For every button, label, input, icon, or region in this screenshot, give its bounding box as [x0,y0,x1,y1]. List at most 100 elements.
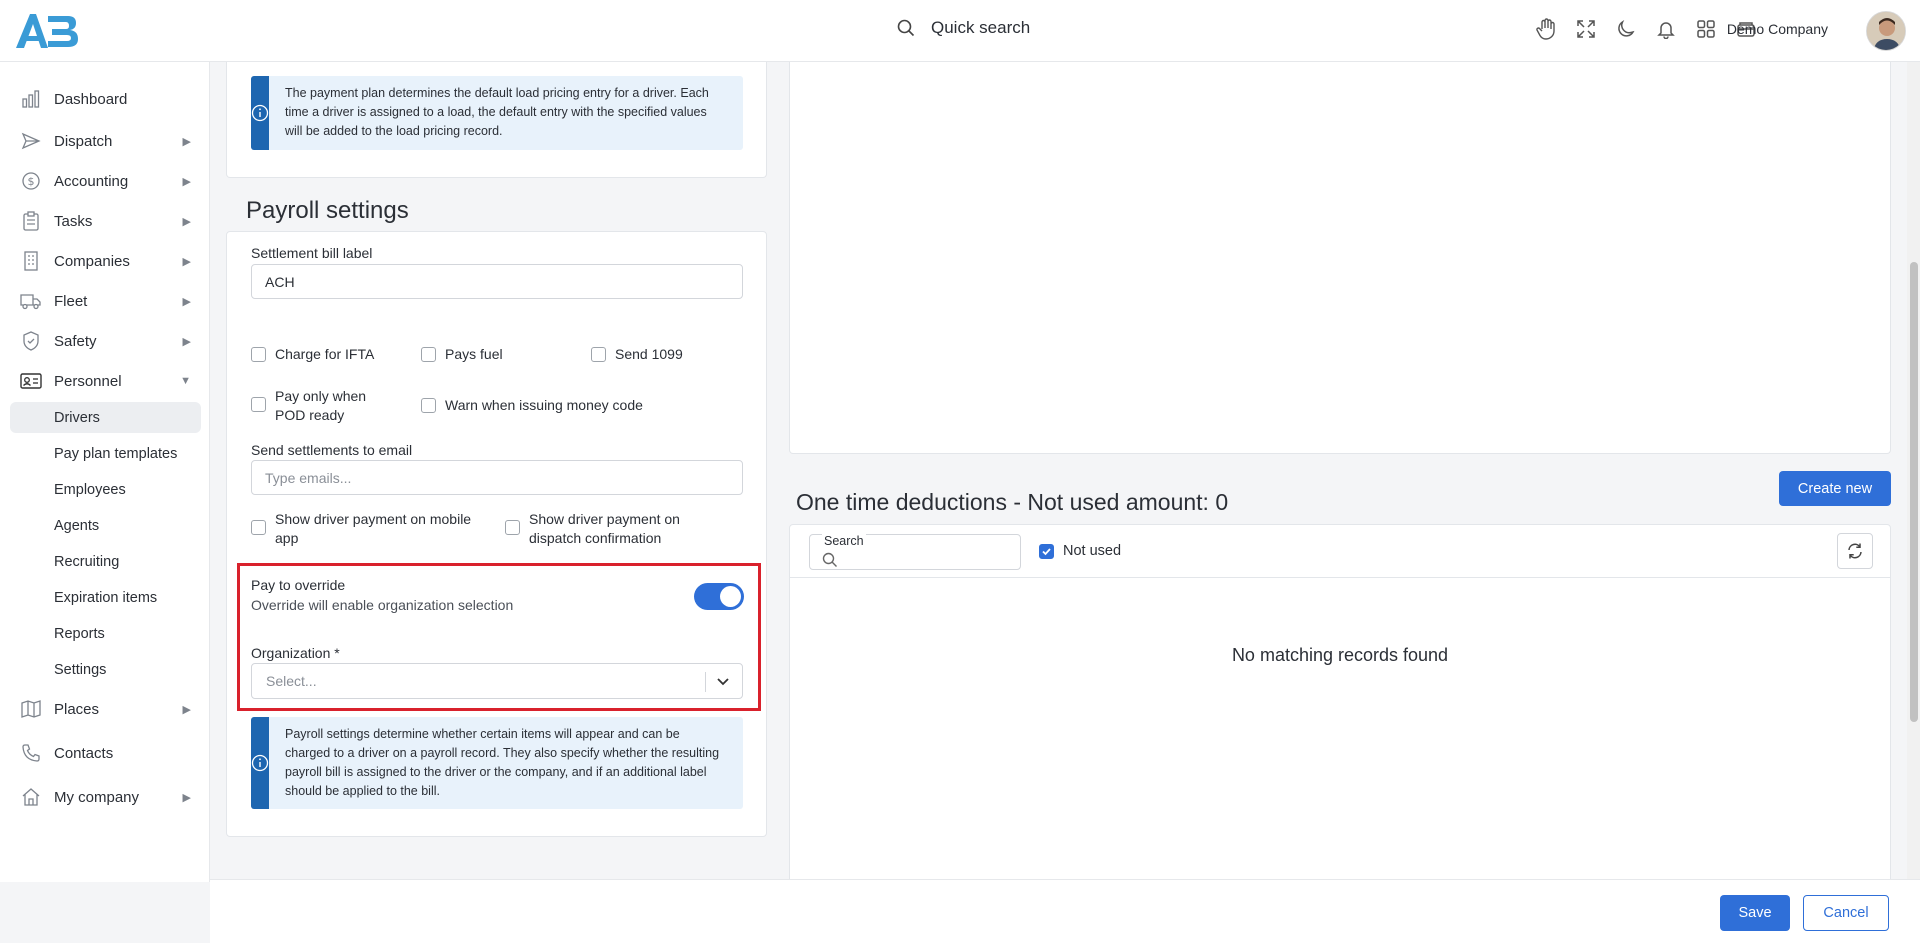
search-icon [897,19,915,37]
bell-icon[interactable] [1654,16,1678,42]
sidebar-item-label: Safety [54,332,97,350]
sidebar-subitem-settings[interactable]: Settings [10,654,201,685]
sidebar-item-label: Dashboard [54,90,128,108]
checkbox-box[interactable] [251,347,266,362]
settlement-bill-label: Settlement bill label [251,245,373,261]
payroll-settings-title: Payroll settings [246,197,409,224]
expand-arrow-icon: ▶ [182,135,191,148]
show-mobile-line-1: Show driver payment on mobile [275,511,472,527]
page-scrollbar[interactable] [1907,62,1920,879]
checkbox-box[interactable] [421,347,436,362]
payroll-info-text: Payroll settings determine whether certa… [285,727,720,798]
no-records-message: No matching records found [1231,645,1449,665]
checkbox-label: Show driver payment on dispatch confirmat… [529,510,680,548]
top-bar: Quick search Demo Company [0,0,1920,62]
expand-arrow-icon: ▶ [182,255,191,268]
settlement-bill-input[interactable]: ACH [251,264,743,299]
phone-icon [10,743,52,763]
sidebar-subitem-recruiting[interactable]: Recruiting [10,546,201,577]
pays-fuel-checkbox[interactable]: Pays fuel [421,345,503,364]
sidebar-item-contacts[interactable]: Contacts [10,737,201,769]
sidebar-item-label: Tasks [54,212,93,230]
clipboard-icon [10,211,52,231]
show-payment-mobile-checkbox[interactable]: Show driver payment on mobile app [251,510,471,548]
sidebar-item-dashboard[interactable]: Dashboard [10,83,201,115]
sidebar-subitem-employees[interactable]: Employees [10,474,201,505]
chart-icon [10,90,52,108]
pay-pod-line-2: POD ready [275,407,345,423]
highlight-box [237,563,761,711]
pay-plan-info-text: The payment plan determines the default … [285,86,709,138]
footer-bar: Save Cancel [210,879,1920,943]
quick-search[interactable]: Quick search [897,18,1030,38]
sidebar-subitem-agents[interactable]: Agents [10,510,201,541]
checkbox-box[interactable] [505,520,520,535]
create-new-button[interactable]: Create new [1779,471,1891,506]
sidebar: Dashboard Dispatch ▶ $ Accounting ▶ Task… [0,62,210,882]
header-actions [1534,16,1758,42]
sidebar-item-label: Personnel [54,372,122,390]
search-label: Search [822,534,866,548]
scrollbar-thumb[interactable] [1910,262,1918,722]
checkbox-label: Pays fuel [445,346,503,362]
checkbox-label: Not used [1063,543,1122,559]
sidebar-subitem-reports[interactable]: Reports [10,618,201,649]
sidebar-item-places[interactable]: Places ▶ [10,693,201,725]
pay-pod-ready-checkbox[interactable]: Pay only when POD ready [251,387,366,425]
fullscreen-icon[interactable] [1574,16,1598,42]
payroll-settings-card: Settlement bill label ACH Charge for IFT… [226,231,767,837]
sidebar-subitem-expiration-items[interactable]: Expiration items [10,582,201,613]
sidebar-item-dispatch[interactable]: Dispatch ▶ [10,125,201,157]
search-icon [822,552,837,567]
one-time-deductions-title: One time deductions - Not used amount: 0 [796,489,1229,515]
checkbox-box[interactable] [251,397,266,412]
sidebar-item-label: Fleet [54,292,88,310]
id-card-icon [10,372,52,390]
sidebar-item-personnel[interactable]: Personnel ▼ [10,365,201,397]
apps-grid-icon[interactable] [1694,16,1718,42]
deductions-search-field[interactable]: Search [809,534,1021,570]
map-icon [10,700,52,718]
checkbox-label: Pay only when POD ready [275,387,366,425]
cancel-button[interactable]: Cancel [1803,895,1889,931]
sidebar-item-tasks[interactable]: Tasks ▶ [10,205,201,237]
payroll-info-box: Payroll settings determine whether certa… [251,717,743,809]
pay-plan-info-box: The payment plan determines the default … [251,76,743,150]
deductions-card: Search Not used No matching records foun… [789,524,1891,884]
app-logo[interactable] [12,10,80,50]
settlement-email-input[interactable]: Type emails... [251,460,743,495]
hand-icon[interactable] [1534,16,1558,42]
refresh-button[interactable] [1837,533,1873,569]
sidebar-item-label: Contacts [54,744,114,762]
checkbox-box[interactable] [251,520,266,535]
show-payment-dispatch-checkbox[interactable]: Show driver payment on dispatch confirmat… [505,510,680,548]
checkbox-box[interactable] [591,347,606,362]
send-1099-checkbox[interactable]: Send 1099 [591,345,683,364]
sidebar-item-companies[interactable]: Companies ▶ [10,245,201,277]
charge-ifta-checkbox[interactable]: Charge for IFTA [251,345,374,364]
shield-icon [10,331,52,351]
checkbox-label: Charge for IFTA [275,346,375,362]
send-icon [10,132,52,150]
truck-icon [10,292,52,310]
show-dispatch-line-2: dispatch confirmation [529,530,662,546]
save-button[interactable]: Save [1720,895,1790,931]
dollar-icon: $ [10,171,52,191]
sidebar-item-safety[interactable]: Safety ▶ [10,325,201,357]
checkbox-box[interactable] [421,398,436,413]
upper-right-panel [789,62,1891,454]
sidebar-item-fleet[interactable]: Fleet ▶ [10,285,201,317]
sidebar-subitem-drivers[interactable]: Drivers [10,402,201,433]
home-icon [10,787,52,807]
pay-pod-line-1: Pay only when [275,388,367,404]
checkbox-label: Send 1099 [615,346,683,362]
moon-icon[interactable] [1614,16,1638,42]
company-name[interactable]: Demo Company [1727,21,1828,37]
checkbox-box-checked[interactable] [1039,544,1054,559]
user-avatar[interactable] [1866,11,1906,51]
sidebar-item-my-company[interactable]: My company ▶ [10,781,201,813]
warn-money-code-checkbox[interactable]: Warn when issuing money code [421,396,643,415]
not-used-checkbox[interactable]: Not used [1039,542,1121,561]
sidebar-item-accounting[interactable]: $ Accounting ▶ [10,165,201,197]
sidebar-subitem-pay-plan-templates[interactable]: Pay plan templates [10,438,201,469]
